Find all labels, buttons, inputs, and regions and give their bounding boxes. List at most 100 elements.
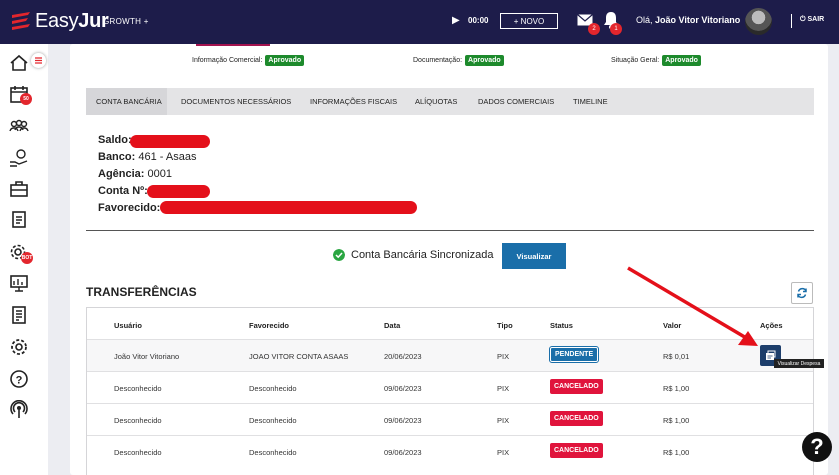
new-button[interactable]: + NOVO xyxy=(500,13,558,29)
tab-documentos[interactable]: DOCUMENTOS NECESSÁRIOS xyxy=(181,97,291,106)
cell-favorecido: JOAO VITOR CONTA ASAAS xyxy=(249,352,349,361)
cell-tipo: PIX xyxy=(497,416,510,425)
document-icon[interactable] xyxy=(9,210,29,230)
cell-usuario: Desconhecido xyxy=(114,384,162,393)
table-row: João Vitor Vitoriano JOAO VITOR CONTA AS… xyxy=(87,339,813,371)
report-icon[interactable] xyxy=(9,305,29,325)
dashboard-icon[interactable] xyxy=(9,273,29,293)
cell-data: 09/06/2023 xyxy=(384,416,422,425)
divider xyxy=(791,14,792,28)
refresh-button[interactable] xyxy=(791,282,813,304)
banco-value: 461 - Asaas xyxy=(138,151,197,163)
banco-row: Banco: 461 - Asaas xyxy=(98,151,196,163)
status-badge: Aprovado xyxy=(465,55,504,66)
sync-text: Conta Bancária Sincronizada xyxy=(351,249,494,261)
home-icon[interactable] xyxy=(9,53,29,73)
menu-icon xyxy=(35,57,42,64)
sync-status: Conta Bancária Sincronizada xyxy=(333,249,493,261)
column-header[interactable]: Data xyxy=(384,321,400,330)
section-title: TRANSFERÊNCIAS xyxy=(86,285,197,299)
section-divider xyxy=(86,230,814,231)
redaction-favorecido xyxy=(160,201,417,214)
cell-favorecido: Desconhecido xyxy=(249,416,297,425)
help-circle-icon[interactable]: ? xyxy=(9,369,29,389)
timer-play-icon[interactable]: ▶ xyxy=(452,15,460,26)
check-circle-icon xyxy=(333,249,345,261)
cell-favorecido: Desconhecido xyxy=(249,448,297,457)
tab-timeline[interactable]: TIMELINE xyxy=(573,97,608,106)
tooltip: Visualizar Despesa xyxy=(774,359,824,368)
conta-label: Conta Nº: xyxy=(98,185,148,197)
mail-count-badge: 2 xyxy=(588,23,600,35)
tab-conta-bancaria[interactable]: CONTA BANCÁRIA xyxy=(96,97,162,106)
column-header[interactable]: Favorecido xyxy=(249,321,289,330)
column-header[interactable]: Usuário xyxy=(114,321,142,330)
cell-data: 09/06/2023 xyxy=(384,384,422,393)
cell-valor: R$ 1,00 xyxy=(663,384,690,393)
notification-count-badge: 1 xyxy=(610,23,622,35)
status-badge: Aprovado xyxy=(662,55,701,66)
cell-usuario: João Vitor Vitoriano xyxy=(114,352,180,361)
refresh-icon xyxy=(797,287,807,299)
redaction-conta xyxy=(147,185,210,198)
cell-valor: R$ 1,00 xyxy=(663,416,690,425)
approval-general: Situação Geral: Aprovado xyxy=(611,55,701,66)
table-row: Desconhecido Desconhecido 09/06/2023 PIX… xyxy=(87,403,813,435)
cell-tipo: PIX xyxy=(497,384,510,393)
settings-gear-icon[interactable] xyxy=(9,337,29,357)
cell-data: 09/06/2023 xyxy=(384,448,422,457)
logout-label: SAIR xyxy=(807,16,825,23)
tab-aliquotas[interactable]: ALÍQUOTAS xyxy=(415,97,457,106)
avatar[interactable] xyxy=(745,8,772,35)
easyjur-logo-mark-icon xyxy=(12,12,30,30)
user-greeting[interactable]: Olá, João Vitor Vitoriano xyxy=(636,15,740,25)
status-badge: PENDENTE xyxy=(548,346,600,363)
users-icon[interactable] xyxy=(9,116,29,136)
cell-valor: R$ 1,00 xyxy=(663,448,690,457)
status-badge: CANCELADO xyxy=(550,443,603,458)
column-header: Ações xyxy=(760,321,783,330)
redaction-saldo xyxy=(130,135,210,148)
logout-button[interactable]: ⏻ SAIR xyxy=(800,16,824,24)
visualizar-button[interactable]: Visualizar xyxy=(502,243,566,269)
approval-label: Informação Comercial: xyxy=(192,57,263,64)
sidebar: 50 BOT ? xyxy=(0,44,48,475)
column-header[interactable]: Status xyxy=(550,321,573,330)
greeting-prefix: Olá, xyxy=(636,15,656,25)
approval-label: Documentação: xyxy=(413,57,463,64)
column-header[interactable]: Tipo xyxy=(497,321,513,330)
briefcase-icon[interactable] xyxy=(9,179,29,199)
approval-label: Situação Geral: xyxy=(611,57,660,64)
favorecido-label: Favorecido: xyxy=(98,202,161,214)
conta-row: Conta Nº: xyxy=(98,185,148,197)
table-row: Desconhecido Desconhecido 09/06/2023 PIX… xyxy=(87,371,813,403)
favorecido-row: Favorecido: xyxy=(98,202,160,214)
top-accent-line xyxy=(196,44,270,46)
help-button[interactable]: ? xyxy=(802,432,832,462)
cell-tipo: PIX xyxy=(497,448,510,457)
timer-display: 00:00 xyxy=(468,16,489,25)
cell-data: 20/06/2023 xyxy=(384,352,422,361)
svg-text:?: ? xyxy=(16,375,23,387)
saldo-label: Saldo: xyxy=(98,134,132,146)
agencia-label: Agência: xyxy=(98,168,145,180)
money-hand-icon[interactable] xyxy=(9,148,29,168)
menu-toggle-button[interactable] xyxy=(31,53,46,68)
status-badge: CANCELADO xyxy=(550,379,603,394)
top-navbar: EasyJur GROWTH + ▶ 00:00 + NOVO 2 1 Olá,… xyxy=(0,0,839,44)
approval-commercial: Informação Comercial: Aprovado xyxy=(192,55,305,66)
tab-informacoes-fiscais[interactable]: INFORMAÇÕES FISCAIS xyxy=(310,97,397,106)
cell-usuario: Desconhecido xyxy=(114,416,162,425)
tab-dados-comerciais[interactable]: DADOS COMERCIAIS xyxy=(478,97,554,106)
column-header[interactable]: Valor xyxy=(663,321,681,330)
automation-badge: BOT xyxy=(21,252,33,264)
calendar-badge: 50 xyxy=(20,93,32,105)
banco-label: Banco: xyxy=(98,151,136,163)
easyjur-logo[interactable]: EasyJur xyxy=(10,9,109,33)
user-name: João Vitor Vitoriano xyxy=(655,15,741,25)
status-badge: Aprovado xyxy=(265,55,305,66)
agencia-row: Agência: 0001 xyxy=(98,168,172,180)
approval-documentation: Documentação: Aprovado xyxy=(413,55,504,66)
saldo-row: Saldo: xyxy=(98,134,132,146)
broadcast-icon[interactable] xyxy=(9,400,29,420)
